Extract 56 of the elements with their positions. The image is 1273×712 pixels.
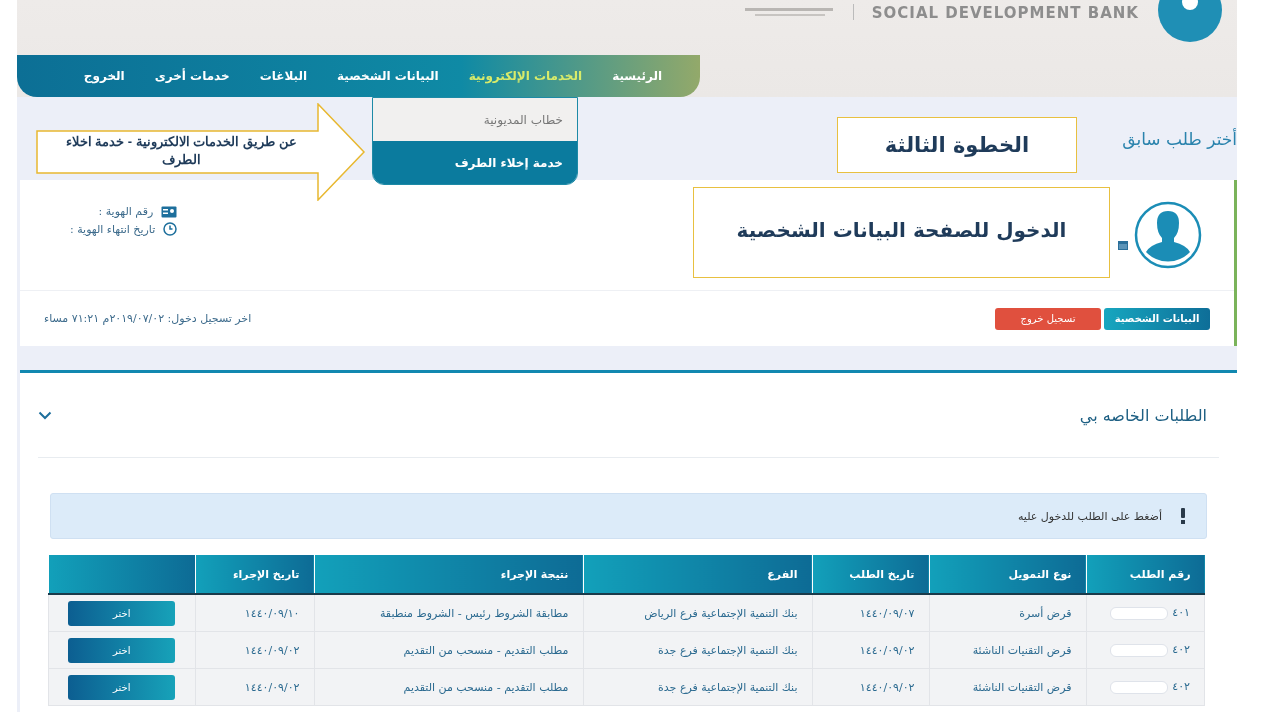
nav-item[interactable]: البلاغات: [259, 69, 308, 83]
table-cell: ١٤٤٠/٠٩/١٠: [195, 594, 314, 632]
choose-button[interactable]: اختر: [68, 600, 176, 626]
nav-item[interactable]: البيانات الشخصية: [337, 69, 439, 83]
table-cell: بنك التنمية الإجتماعية فرع الرياض: [583, 594, 812, 632]
table-cell: مطابقة الشروط رئيس - الشروط منطبقة: [314, 594, 583, 632]
id-card-icon: [161, 205, 178, 218]
redaction-block: [1110, 643, 1169, 657]
chevron-down-icon[interactable]: [38, 410, 52, 420]
table-cell: ١٤٤٠/٠٩/٠٧: [812, 594, 929, 632]
calendar-icon: [1118, 240, 1128, 250]
column-header: الفرع: [583, 555, 812, 594]
table-cell: بنك التنمية الإجتماعية فرع جدة: [583, 668, 812, 706]
annotation-box: الدخول للصفحة البيانات الشخصية: [693, 187, 1110, 278]
annotation-text: عن طريق الخدمات الالكترونية - خدمة اخلاء الطرف: [64, 133, 298, 169]
request-number: ٤٠٢: [1172, 643, 1190, 657]
alert-text: أضغط على الطلب للدخول عليه: [1017, 509, 1162, 523]
redaction-block: [1110, 606, 1169, 620]
column-header: نوع التمويل: [929, 555, 1086, 594]
table-cell: ١٤٤٠/٠٩/٠٢: [812, 668, 929, 706]
table-cell: قرض التقنيات الناشئة: [929, 668, 1086, 706]
table-cell: مطلب التقديم - منسحب من التقديم: [314, 631, 583, 669]
annotation-box: الخطوة الثالثة: [837, 117, 1077, 173]
field-label: تاريخ انتهاء الهوية :: [70, 222, 156, 236]
exclamation-icon: [1180, 508, 1186, 524]
column-header: تاريخ الطلب: [812, 555, 929, 594]
dropdown-item[interactable]: خدمة إخلاء الطرف: [373, 141, 577, 184]
logout-button[interactable]: تسجيل خروج: [995, 307, 1101, 330]
column-header: رقم الطلب: [1086, 555, 1205, 594]
nav-item[interactable]: خدمات أخرى: [154, 69, 230, 83]
table-cell: ١٤٤٠/٠٩/٠٢: [195, 631, 314, 669]
previous-request-link[interactable]: أختر طلب سابق: [1122, 128, 1237, 149]
choose-button[interactable]: اختر: [68, 674, 176, 700]
request-number: ٤٠١: [1172, 606, 1190, 620]
table-cell: قرض أسرة: [929, 594, 1086, 632]
table-cell: ١٤٤٠/٠٩/٠٢: [812, 631, 929, 669]
last-login-text: اخر تسجيل دخول: ٢٠١٩/٠٧/٠٢م ٧١:٢١ مساء: [44, 312, 252, 325]
dropdown-item[interactable]: خطاب المديونية: [373, 98, 577, 141]
request-number: ٤٠٢: [1172, 680, 1190, 694]
table-cell: بنك التنمية الإجتماعية فرع جدة: [583, 631, 812, 669]
nav-item[interactable]: الخروج: [83, 69, 125, 83]
avatar-silhouette-icon: [1134, 201, 1202, 269]
table-cell: قرض التقنيات الناشئة: [929, 631, 1086, 669]
section-title: الطلبات الخاصه بي: [1079, 405, 1207, 425]
column-header: نتيجة الإجراء: [314, 555, 583, 594]
table-cell: ١٤٤٠/٠٩/٠٢: [195, 668, 314, 706]
field-label: رقم الهوية :: [98, 205, 154, 218]
table-cell: مطلب التقديم - منسحب من التقديم: [314, 668, 583, 706]
clock-icon: [163, 222, 178, 236]
profile-button[interactable]: البيانات الشخصية: [1104, 307, 1210, 330]
redaction-block: [1110, 680, 1169, 694]
bank-name: SOCIAL DEVELOPMENT BANK: [871, 4, 1139, 22]
nav-item[interactable]: الخدمات الإلكترونية: [468, 69, 583, 83]
nav-item[interactable]: الرئيسية: [612, 69, 662, 83]
choose-button[interactable]: اختر: [68, 637, 176, 663]
column-header: تاريخ الإجراء: [195, 555, 314, 594]
